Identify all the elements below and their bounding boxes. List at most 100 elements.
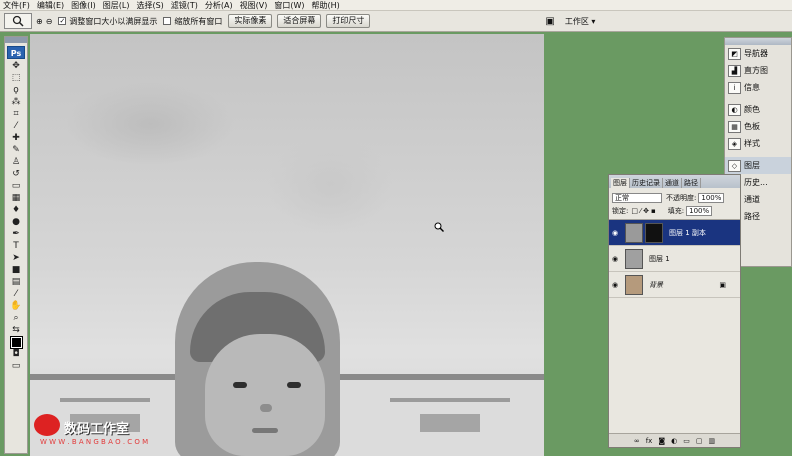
- menu-window[interactable]: 窗口(W): [274, 0, 304, 11]
- ps-logo[interactable]: Ps: [7, 46, 25, 59]
- zoom-tool-preset[interactable]: [4, 13, 32, 29]
- lock-icons[interactable]: □⁄✥▪: [631, 207, 657, 215]
- bridge-icon[interactable]: ▣: [545, 16, 554, 27]
- visibility-eye-icon[interactable]: ◉: [612, 229, 622, 237]
- resize-windows-checkbox[interactable]: ✓ 调整窗口大小以满屏显示: [58, 16, 157, 27]
- layer-row[interactable]: ◉ 背景 ▣: [609, 272, 740, 298]
- menu-edit[interactable]: 编辑(E): [37, 0, 64, 11]
- dock-header[interactable]: [725, 38, 791, 45]
- zoom-in-icon[interactable]: ⊕: [36, 17, 43, 26]
- zoom-tool-icon[interactable]: ⌕: [6, 313, 26, 324]
- print-size-button[interactable]: 打印尺寸: [326, 14, 371, 28]
- opacity-input[interactable]: 100%: [698, 192, 725, 203]
- menu-bar: 文件(F) 编辑(E) 图像(I) 图层(L) 选择(S) 滤镜(T) 分析(A…: [0, 0, 792, 11]
- menu-select[interactable]: 选择(S): [136, 0, 163, 11]
- layer-row[interactable]: ◉ 图层 1: [609, 246, 740, 272]
- layer-thumbnail: [625, 248, 643, 269]
- quick-mask-icon[interactable]: ◘: [6, 349, 26, 360]
- gradient-tool-icon[interactable]: ▦: [6, 193, 26, 204]
- swap-colors-icon[interactable]: ⇆: [6, 325, 26, 336]
- visibility-eye-icon[interactable]: ◉: [612, 281, 622, 289]
- marquee-tool-icon[interactable]: ⬚: [6, 73, 26, 84]
- group-icon[interactable]: ▭: [683, 437, 690, 445]
- shape-tool-icon[interactable]: ■: [6, 265, 26, 276]
- menu-view[interactable]: 视图(V): [240, 0, 268, 11]
- lock-label: 锁定:: [612, 206, 629, 215]
- menu-filter[interactable]: 滤镜(T): [171, 0, 198, 11]
- fit-screen-button[interactable]: 适合屏幕: [277, 14, 322, 28]
- dock-histogram[interactable]: ▟ 直方图: [725, 62, 791, 79]
- options-bar: ⊕ ⊖ ✓ 调整窗口大小以满屏显示 缩放所有窗口 实际像素 适合屏幕 打印尺寸 …: [0, 11, 792, 32]
- dock-navigator[interactable]: ◩ 导航器: [725, 45, 791, 62]
- zoom-all-checkbox[interactable]: 缩放所有窗口: [163, 16, 222, 27]
- tab-channels[interactable]: 通道: [663, 178, 682, 188]
- foreground-color-swatch[interactable]: [6, 336, 26, 349]
- tab-paths[interactable]: 路径: [682, 178, 701, 188]
- menu-file[interactable]: 文件(F): [3, 0, 30, 11]
- layer-name: 图层 1 副本: [669, 228, 706, 237]
- stamp-tool-icon[interactable]: ♙: [6, 157, 26, 168]
- dock-label: 信息: [744, 83, 760, 92]
- brush-tool-icon[interactable]: ✎: [6, 145, 26, 156]
- mask-icon[interactable]: ◙: [658, 437, 665, 445]
- link-icon[interactable]: ∞: [634, 437, 640, 445]
- layer-mask-thumbnail: [645, 222, 663, 243]
- new-layer-icon[interactable]: ▢: [696, 437, 703, 445]
- dock-label: 历史...: [744, 178, 768, 187]
- watermark-logo: [34, 414, 60, 436]
- magic-wand-tool-icon[interactable]: ⁂: [6, 97, 26, 108]
- document-canvas[interactable]: 数码工作室 W W W . B A N G B A O . C O M: [30, 34, 544, 456]
- history-brush-tool-icon[interactable]: ↺: [6, 169, 26, 180]
- dock-label: 颜色: [744, 105, 760, 114]
- menu-analysis[interactable]: 分析(A): [205, 0, 233, 11]
- dock-styles[interactable]: ◈ 样式: [725, 135, 791, 152]
- dock-info[interactable]: i 信息: [725, 79, 791, 96]
- layers-icon: ◇: [728, 159, 741, 172]
- zoom-out-icon[interactable]: ⊖: [46, 17, 53, 26]
- dock-label: 色板: [744, 122, 760, 131]
- swatches-icon: ▦: [728, 120, 741, 133]
- layer-row[interactable]: ◉ 图层 1 副本: [609, 220, 740, 246]
- tab-history[interactable]: 历史记录: [630, 178, 663, 188]
- fx-icon[interactable]: fx: [646, 437, 653, 445]
- eraser-tool-icon[interactable]: ▭: [6, 181, 26, 192]
- tab-layers[interactable]: 图层: [611, 178, 630, 188]
- layers-panel: 图层 历史记录 通道 路径 正常 不透明度: 100% 锁定: □⁄✥▪ 填充:…: [608, 174, 741, 448]
- screen-mode-icon[interactable]: ▭: [6, 361, 26, 372]
- type-tool-icon[interactable]: T: [6, 241, 26, 252]
- hand-tool-icon[interactable]: ✋: [6, 301, 26, 312]
- workspace-menu[interactable]: 工作区 ▾: [565, 16, 596, 27]
- eyedropper2-tool-icon[interactable]: ⁄: [6, 289, 26, 300]
- actual-pixels-button[interactable]: 实际像素: [228, 14, 273, 28]
- magnifier-icon: [12, 15, 24, 27]
- move-tool-icon[interactable]: ✥: [6, 61, 26, 72]
- trash-icon[interactable]: ▥: [708, 437, 715, 445]
- layer-name: 图层 1: [649, 254, 670, 263]
- dock-color[interactable]: ◐ 颜色: [725, 101, 791, 118]
- fill-input[interactable]: 100%: [686, 205, 713, 216]
- visibility-eye-icon[interactable]: ◉: [612, 255, 622, 263]
- notes-tool-icon[interactable]: ▤: [6, 277, 26, 288]
- dock-swatches[interactable]: ▦ 色板: [725, 118, 791, 135]
- dock-label: 导航器: [744, 49, 768, 58]
- healing-tool-icon[interactable]: ✚: [6, 133, 26, 144]
- styles-icon: ◈: [728, 137, 741, 150]
- menu-help[interactable]: 帮助(H): [312, 0, 340, 11]
- lock-icon: ▣: [719, 280, 726, 289]
- menu-layer[interactable]: 图层(L): [103, 0, 130, 11]
- adjustment-icon[interactable]: ◐: [671, 437, 677, 445]
- fill-label: 填充:: [667, 206, 685, 215]
- pen-tool-icon[interactable]: ✒: [6, 229, 26, 240]
- crop-tool-icon[interactable]: ⌗: [6, 109, 26, 120]
- color-icon: ◐: [728, 103, 741, 116]
- dodge-tool-icon[interactable]: ●: [6, 217, 26, 228]
- eyedropper-tool-icon[interactable]: ⁄: [6, 121, 26, 132]
- blend-mode-select[interactable]: 正常: [612, 192, 662, 203]
- layers-list: ◉ 图层 1 副本 ◉ 图层 1 ◉ 背景 ▣: [609, 219, 740, 298]
- lasso-tool-icon[interactable]: ϙ: [6, 85, 26, 96]
- toolbox-grip[interactable]: [5, 37, 27, 43]
- dock-layers[interactable]: ◇ 图层: [725, 157, 791, 174]
- blur-tool-icon[interactable]: ♦: [6, 205, 26, 216]
- path-select-tool-icon[interactable]: ➤: [6, 253, 26, 264]
- menu-image[interactable]: 图像(I): [71, 0, 96, 11]
